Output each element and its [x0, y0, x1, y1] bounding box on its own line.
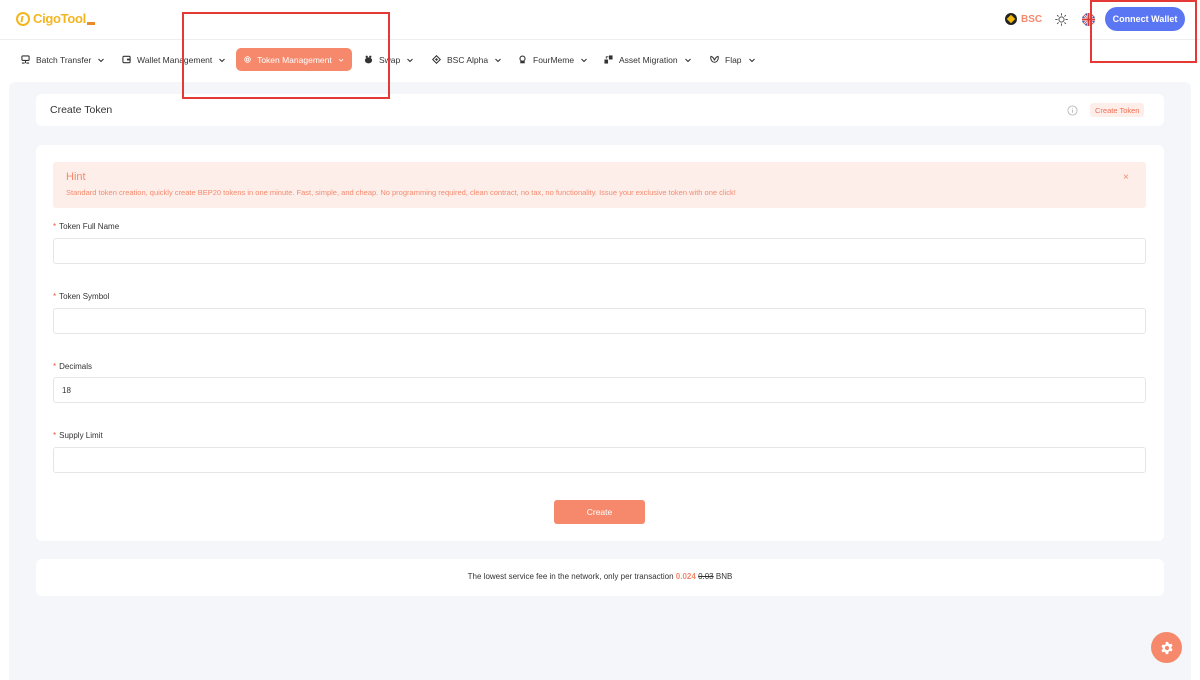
bsc-network-icon [1005, 13, 1017, 25]
fee-currency: BNB [715, 572, 733, 581]
top-bar: CigoTool BSC Connect Wallet [0, 0, 1200, 40]
flap-icon [710, 55, 719, 63]
main-content: Create Token Create Token Hint Standard … [9, 82, 1191, 680]
nav-label: Asset Migration [619, 54, 678, 65]
breadcrumb-chip[interactable]: Create Token [1090, 103, 1145, 117]
chevron-down-icon [407, 58, 414, 62]
fee-prefix: The lowest service fee in the network, o… [467, 572, 674, 581]
chevron-down-icon [495, 58, 502, 62]
token-symbol-input[interactable] [53, 308, 1146, 334]
batch-transfer-icon [21, 55, 30, 64]
fee-price: 0.024 [675, 572, 696, 581]
token-full-name-input[interactable] [53, 238, 1146, 264]
gear-icon [1160, 641, 1173, 654]
nav-item-bsc-alpha[interactable]: BSC Alpha [432, 48, 502, 71]
fourmeme-icon [519, 55, 526, 64]
chevron-down-icon [748, 58, 755, 62]
token-symbol-label: * Token Symbol [53, 292, 109, 301]
nav-label: Flap [725, 54, 742, 65]
supply-limit-input[interactable] [53, 447, 1146, 473]
chevron-down-icon [98, 58, 105, 62]
nav-label: BSC Alpha [447, 54, 489, 65]
nav-item-batch-transfer[interactable]: Batch Transfer [21, 48, 105, 71]
bnb-icon [432, 55, 441, 64]
logo-text: CigoTool [33, 11, 95, 26]
nav-label: Batch Transfer [36, 54, 92, 65]
network-selector[interactable]: BSC [1005, 13, 1042, 25]
label-text: Token Symbol [59, 292, 110, 301]
chevron-down-icon [581, 58, 587, 62]
decimals-label: * Decimals [53, 362, 92, 371]
required-mark: * [53, 222, 57, 231]
label-text: Decimals [59, 362, 93, 371]
decimals-input[interactable] [53, 377, 1146, 403]
nav-item-fourmeme[interactable]: FourMeme [518, 48, 588, 71]
token-full-name-label: * Token Full Name [53, 222, 119, 231]
main-nav: Batch Transfer Wallet Management Token M… [0, 40, 1200, 80]
nav-item-flap[interactable]: Flap [710, 48, 756, 71]
create-token-form: Hint Standard token creation, quickly cr… [36, 145, 1164, 541]
highlight-box-token-management [182, 12, 390, 99]
create-button[interactable]: Create [554, 500, 645, 524]
required-mark: * [53, 362, 57, 371]
nav-item-asset-migration[interactable]: Asset Migration [604, 48, 692, 71]
highlight-box-connect-wallet [1090, 0, 1197, 63]
label-text: Token Full Name [59, 222, 120, 231]
network-label: BSC [1021, 13, 1043, 25]
page-title: Create Token [50, 104, 113, 116]
label-text: Supply Limit [59, 431, 103, 440]
settings-button[interactable] [1151, 632, 1182, 663]
supply-limit-label: * Supply Limit [53, 431, 103, 440]
fee-info-card: The lowest service fee in the network, o… [36, 559, 1164, 596]
required-mark: * [53, 431, 57, 440]
logo-icon [16, 11, 30, 26]
hint-title: Hint [66, 171, 86, 183]
hint-alert: Hint Standard token creation, quickly cr… [53, 162, 1146, 208]
wallet-icon [122, 55, 131, 64]
nav-label: FourMeme [533, 54, 575, 65]
logo[interactable]: CigoTool [16, 11, 95, 26]
fee-text: The lowest service fee in the network, o… [36, 572, 1164, 581]
hint-text: Standard token creation, quickly create … [66, 188, 736, 197]
migration-icon [604, 55, 613, 64]
close-icon[interactable]: × [1123, 172, 1129, 183]
info-circle-icon[interactable] [1067, 105, 1078, 116]
chevron-down-icon [684, 58, 691, 62]
required-mark: * [53, 292, 57, 301]
fee-old-price: 0.03 [698, 572, 714, 581]
sun-icon[interactable] [1055, 13, 1068, 26]
